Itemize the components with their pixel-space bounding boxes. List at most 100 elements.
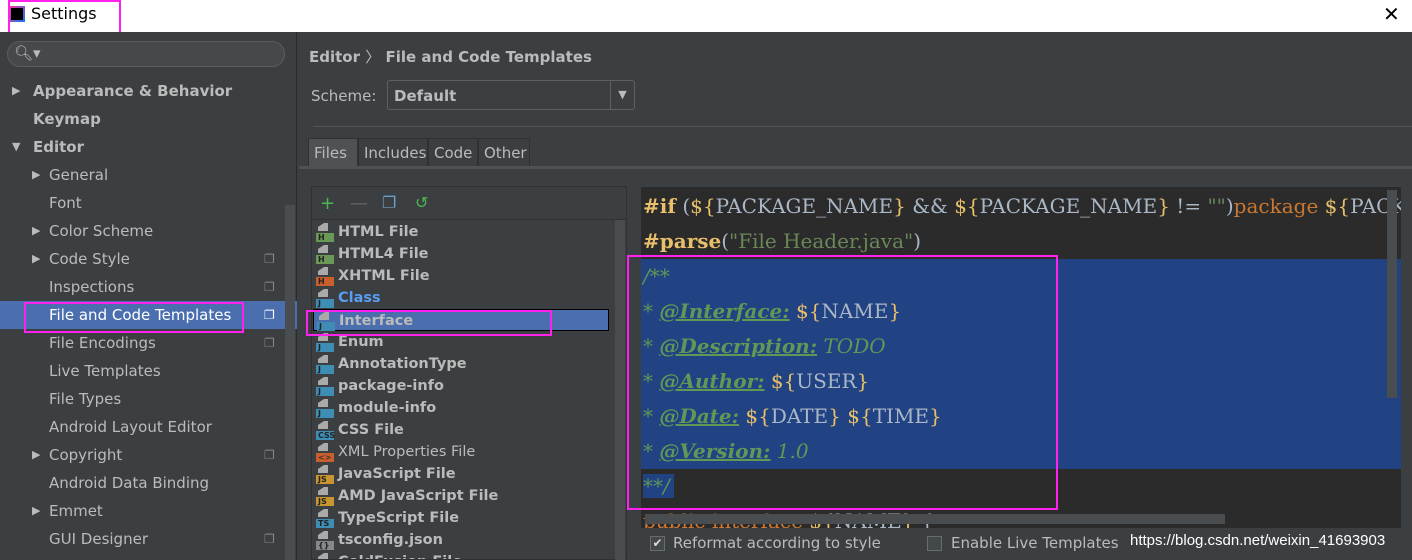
tab-files[interactable]: Files [308, 138, 358, 166]
code-line: #parse("File Header.java") [643, 229, 922, 253]
file-type-icon: <> [316, 443, 334, 462]
scheme-value: Default [394, 87, 457, 105]
template-list-item[interactable]: {} tsconfig.json [313, 529, 609, 551]
close-icon[interactable]: ✕ [1383, 2, 1400, 26]
tab-other[interactable]: Other [478, 138, 530, 166]
sidebar-item-label: Android Data Binding [49, 474, 210, 492]
reset-icon[interactable]: ↺ [415, 193, 428, 212]
sidebar-item[interactable]: ▼ Editor [0, 133, 297, 161]
sidebar-item[interactable]: ▶ Emmet [0, 497, 297, 525]
file-type-icon: J [316, 289, 334, 308]
sidebar-item-label: Emmet [49, 502, 103, 520]
editor-horizontal-scrollbar[interactable] [645, 514, 1225, 524]
live-templates-checkbox[interactable] [927, 536, 942, 551]
template-name: HTML File [338, 224, 419, 240]
sidebar-item-label: GUI Designer [49, 530, 148, 548]
sidebar-item[interactable]: ▶ Color Scheme [0, 217, 297, 245]
expand-arrow-icon[interactable]: ▶ [32, 441, 40, 469]
expand-arrow-icon[interactable]: ▶ [32, 497, 40, 525]
template-list-item[interactable]: JS JavaScript File [313, 463, 609, 485]
sidebar-item-label: Code Style [49, 250, 130, 268]
template-list-item[interactable]: H HTML File [313, 221, 609, 243]
project-scope-icon: ❐ [264, 448, 275, 462]
editor-scrollbar[interactable] [1387, 190, 1397, 398]
template-list-item[interactable]: JS AMD JavaScript File [313, 485, 609, 507]
sidebar-item[interactable]: ▶ Copyright ❐ [0, 441, 297, 469]
tab-underline [299, 166, 1412, 169]
template-list-item[interactable]: Jmodule-info [313, 397, 609, 419]
chevron-down-icon[interactable]: ▼ [610, 81, 634, 109]
sidebar-item[interactable]: File Encodings ❐ [0, 329, 297, 357]
sidebar-item-label: Font [49, 194, 82, 212]
divider [313, 126, 1412, 127]
search-icon: 🔍︎▾ [14, 44, 41, 62]
template-name: AMD JavaScript File [338, 488, 499, 504]
template-list-item[interactable]: H HTML4 File [313, 243, 609, 265]
expand-arrow-icon[interactable]: ▶ [12, 77, 20, 105]
sidebar-item[interactable]: Keymap [0, 105, 297, 133]
sidebar-scrollbar[interactable] [285, 205, 295, 560]
template-list-panel: + — ❐ ↺ H HTML File H HTML4 File H XHTML File… [311, 186, 627, 560]
sidebar-item[interactable]: ▶ Appearance & Behavior [0, 77, 297, 105]
file-type-icon: CSS [316, 421, 335, 440]
tab-includes[interactable]: Includes [358, 138, 428, 166]
highlight-box [627, 255, 1058, 510]
sidebar-item[interactable]: GUI Designer ❐ [0, 525, 297, 553]
file-type-icon: JS [316, 465, 334, 484]
sidebar-item[interactable]: Android Layout Editor [0, 413, 297, 441]
breadcrumb-current: File and Code Templates [385, 48, 592, 66]
tab-code[interactable]: Code [428, 138, 478, 166]
sidebar-item[interactable]: Android Data Binding [0, 469, 297, 497]
remove-icon[interactable]: — [350, 193, 368, 214]
template-name: package-info [338, 378, 444, 394]
file-type-icon: J [316, 399, 334, 418]
template-list-item[interactable]: CF ColdFusion File [313, 551, 609, 559]
expand-arrow-icon[interactable]: ▶ [32, 217, 40, 245]
template-name: Enum [338, 334, 384, 350]
sidebar-item[interactable]: File Types [0, 385, 297, 413]
template-list-item[interactable]: CSS CSS File [313, 419, 609, 441]
breadcrumb-parent[interactable]: Editor [309, 48, 360, 66]
reformat-checkbox[interactable]: ✔ [650, 536, 665, 551]
template-list-item[interactable]: J Class [313, 287, 609, 309]
project-scope-icon: ❐ [264, 280, 275, 294]
collapse-arrow-icon[interactable]: ▼ [12, 133, 20, 161]
project-scope-icon: ❐ [264, 252, 275, 266]
template-name: ColdFusion File [338, 554, 462, 559]
template-list-item[interactable]: J AnnotationType [313, 353, 609, 375]
search-input[interactable]: 🔍︎▾ [7, 41, 285, 67]
sidebar-item-label: Copyright [49, 446, 123, 464]
copy-icon[interactable]: ❐ [382, 193, 396, 212]
file-type-icon: CF [316, 553, 334, 559]
sidebar-item[interactable]: Font [0, 189, 297, 217]
breadcrumb-separator: 〉 [365, 48, 381, 66]
sidebar-item-label: File Encodings [49, 334, 156, 352]
add-icon[interactable]: + [320, 193, 335, 214]
file-type-icon: H [316, 267, 334, 286]
live-templates-label[interactable]: Enable Live Templates [951, 534, 1119, 552]
file-type-icon: H [316, 245, 334, 264]
template-list-item[interactable]: Jpackage-info [313, 375, 609, 397]
sidebar-item-label: Appearance & Behavior [33, 82, 233, 100]
sidebar: 🔍︎▾ ▶ Appearance & Behavior Keymap ▼ Editor ▶… [0, 32, 297, 560]
expand-arrow-icon[interactable]: ▶ [32, 161, 40, 189]
template-list-item[interactable]: H XHTML File [313, 265, 609, 287]
template-list-item[interactable]: TS TypeScript File [313, 507, 609, 529]
template-name: JavaScript File [338, 466, 456, 482]
title-bar: Settings ✕ [0, 0, 1412, 32]
sidebar-item[interactable]: ▶ General [0, 161, 297, 189]
file-type-icon: {} [316, 531, 334, 550]
list-scrollbar[interactable] [615, 220, 625, 560]
file-type-icon: TS [316, 509, 334, 528]
template-list-item[interactable]: <> XML Properties File [313, 441, 609, 463]
sidebar-item-label: Color Scheme [49, 222, 154, 240]
sidebar-item[interactable]: Live Templates [0, 357, 297, 385]
sidebar-item[interactable]: ▶ Code Style ❐ [0, 245, 297, 273]
scheme-dropdown[interactable]: Default ▼ [387, 80, 635, 110]
reformat-label[interactable]: Reformat according to style [673, 534, 881, 552]
project-scope-icon: ❐ [264, 336, 275, 350]
sidebar-item-label: File Types [49, 390, 122, 408]
sidebar-item[interactable]: Inspections ❐ [0, 273, 297, 301]
sidebar-item-label: Android Layout Editor [49, 418, 212, 436]
expand-arrow-icon[interactable]: ▶ [32, 245, 40, 273]
